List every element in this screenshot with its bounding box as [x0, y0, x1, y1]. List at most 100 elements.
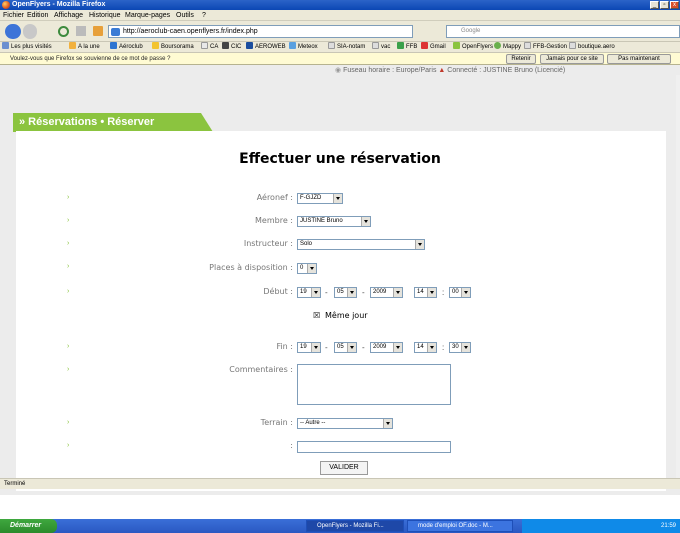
- bookmark-item[interactable]: CA: [201, 42, 218, 53]
- navigation-bar: http://aeroclub-caen.openflyers.fr/index…: [0, 21, 680, 42]
- bookmark-item[interactable]: Boursorama: [152, 42, 194, 53]
- commentaires-textarea[interactable]: [297, 364, 451, 405]
- fin-year-select[interactable]: 2009: [370, 342, 403, 353]
- bookmark-item[interactable]: Aéroclub: [110, 42, 143, 53]
- bullet-arrow-icon: ›: [67, 442, 70, 449]
- meme-jour-checkbox[interactable]: ☒: [313, 310, 320, 321]
- bookmark-item[interactable]: vac: [372, 42, 390, 53]
- bookmark-icon: [397, 42, 404, 49]
- debut-day-select[interactable]: 19: [297, 287, 321, 298]
- bookmark-item[interactable]: boutique.aero: [569, 42, 615, 53]
- fin-day-select[interactable]: 19: [297, 342, 321, 353]
- page-scrollbar[interactable]: [676, 75, 680, 478]
- bookmarks-bar: Les plus visités A la une Aéroclub Bours…: [0, 42, 680, 53]
- valider-button[interactable]: VALIDER: [320, 461, 368, 475]
- task-firefox[interactable]: OpenFlyers - Mozilla Fi...: [306, 520, 404, 532]
- aeronef-select[interactable]: F-GJZD: [297, 193, 343, 204]
- bookmark-icon: [524, 42, 531, 49]
- menu-historique[interactable]: Historique: [89, 10, 121, 21]
- user-icon: ▲: [438, 67, 446, 74]
- bookmark-item[interactable]: Gmail: [421, 42, 446, 53]
- bookmark-icon: [222, 42, 229, 49]
- bookmark-item[interactable]: FFB-Gestion: [524, 42, 567, 53]
- extra-text-input[interactable]: [297, 441, 451, 453]
- instructeur-select[interactable]: Solo: [297, 239, 425, 250]
- bookmark-item[interactable]: A la une: [69, 42, 100, 53]
- bookmark-icon: [152, 42, 159, 49]
- bookmark-item[interactable]: FFB: [397, 42, 417, 53]
- bookmark-icon: [453, 42, 460, 49]
- chevron-down-icon: [383, 419, 392, 428]
- chevron-down-icon: [361, 217, 370, 226]
- bookmark-item[interactable]: Mappy: [494, 42, 521, 53]
- timezone-text: Fuseau horaire : Europe/Paris: [343, 67, 437, 74]
- start-button[interactable]: Démarrer: [0, 519, 57, 533]
- commentaires-label: Commentaires :: [229, 365, 293, 374]
- chevron-down-icon: [311, 343, 320, 352]
- not-now-button[interactable]: Pas maintenant: [607, 54, 671, 64]
- extra-field-label: :: [290, 441, 293, 450]
- menu-outils[interactable]: Outils: [176, 10, 194, 21]
- debut-month-select[interactable]: 05: [334, 287, 357, 298]
- bookmark-icon: [2, 42, 9, 49]
- menu-help[interactable]: ?: [202, 10, 206, 21]
- debut-year-select[interactable]: 2009: [370, 287, 403, 298]
- clock: 21:59: [660, 523, 676, 529]
- password-message: Voulez-vous que Firefox se souvienne de …: [10, 56, 171, 62]
- globe-icon: ◉: [335, 67, 342, 74]
- fin-minute-select[interactable]: 30: [449, 342, 471, 353]
- stop-icon[interactable]: [76, 26, 86, 36]
- status-text: Terminé: [4, 481, 26, 487]
- meme-jour-label: Même jour: [325, 311, 368, 320]
- chevron-down-icon: [415, 240, 424, 249]
- task-word-document[interactable]: mode d'emploi OF.doc - M...: [407, 520, 513, 532]
- bookmark-item[interactable]: Les plus visités: [2, 42, 52, 53]
- windows-taskbar: Démarrer OpenFlyers - Mozilla Fi... mode…: [0, 519, 680, 533]
- section-banner: » Réservations • Réserver: [13, 113, 213, 132]
- never-for-site-button[interactable]: Jamais pour ce site: [540, 54, 604, 64]
- openflyers-favicon-icon: [111, 28, 120, 36]
- fin-month-select[interactable]: 05: [334, 342, 357, 353]
- reload-icon[interactable]: [58, 26, 69, 37]
- bookmark-item[interactable]: CIC: [222, 42, 241, 53]
- search-input[interactable]: Google: [446, 25, 680, 38]
- bookmark-icon: [201, 42, 208, 49]
- chevron-down-icon: [427, 288, 436, 297]
- quick-launch-icons[interactable]: [68, 520, 304, 532]
- menu-affichage[interactable]: Affichage: [54, 10, 83, 21]
- back-arrow-icon[interactable]: [5, 24, 21, 39]
- bullet-arrow-icon: ›: [67, 263, 70, 270]
- terrain-select[interactable]: -- Autre --: [297, 418, 393, 429]
- home-icon[interactable]: [93, 26, 103, 36]
- system-tray: 21:59: [522, 519, 680, 533]
- bookmark-item[interactable]: SIA-notam: [328, 42, 365, 53]
- bullet-arrow-icon: ›: [67, 343, 70, 350]
- places-select[interactable]: 0: [297, 263, 317, 274]
- menu-edition[interactable]: Edition: [27, 10, 48, 21]
- bullet-arrow-icon: ›: [67, 288, 70, 295]
- window-title: OpenFlyers - Mozilla Firefox: [12, 1, 106, 8]
- fin-label: Fin :: [276, 342, 293, 351]
- remember-button[interactable]: Retenir: [506, 54, 536, 64]
- bookmark-item[interactable]: AEROWEB: [246, 42, 286, 53]
- minimize-button[interactable]: _: [650, 1, 659, 9]
- close-button[interactable]: x: [670, 1, 679, 9]
- bookmark-icon: [569, 42, 576, 49]
- debut-hour-select[interactable]: 14: [414, 287, 437, 298]
- firefox-icon: [2, 1, 10, 9]
- membre-select[interactable]: JUSTINE Bruno: [297, 216, 371, 227]
- bookmark-icon: [328, 42, 335, 49]
- chevron-down-icon: [393, 288, 402, 297]
- address-bar[interactable]: http://aeroclub-caen.openflyers.fr/index…: [108, 25, 413, 38]
- maximize-button[interactable]: ▫: [660, 1, 669, 9]
- forward-arrow-icon[interactable]: [23, 24, 37, 39]
- fin-hour-select[interactable]: 14: [414, 342, 437, 353]
- bookmark-item[interactable]: Meteox: [289, 42, 318, 53]
- bookmark-item[interactable]: OpenFlyers: [453, 42, 493, 53]
- password-notification-bar: Voulez-vous que Firefox se souvienne de …: [0, 53, 680, 65]
- bookmark-icon: [372, 42, 379, 49]
- debut-minute-select[interactable]: 00: [449, 287, 471, 298]
- menu-marque-pages[interactable]: Marque-pages: [125, 10, 170, 21]
- membre-label: Membre :: [255, 216, 293, 225]
- menu-fichier[interactable]: Fichier: [3, 10, 24, 21]
